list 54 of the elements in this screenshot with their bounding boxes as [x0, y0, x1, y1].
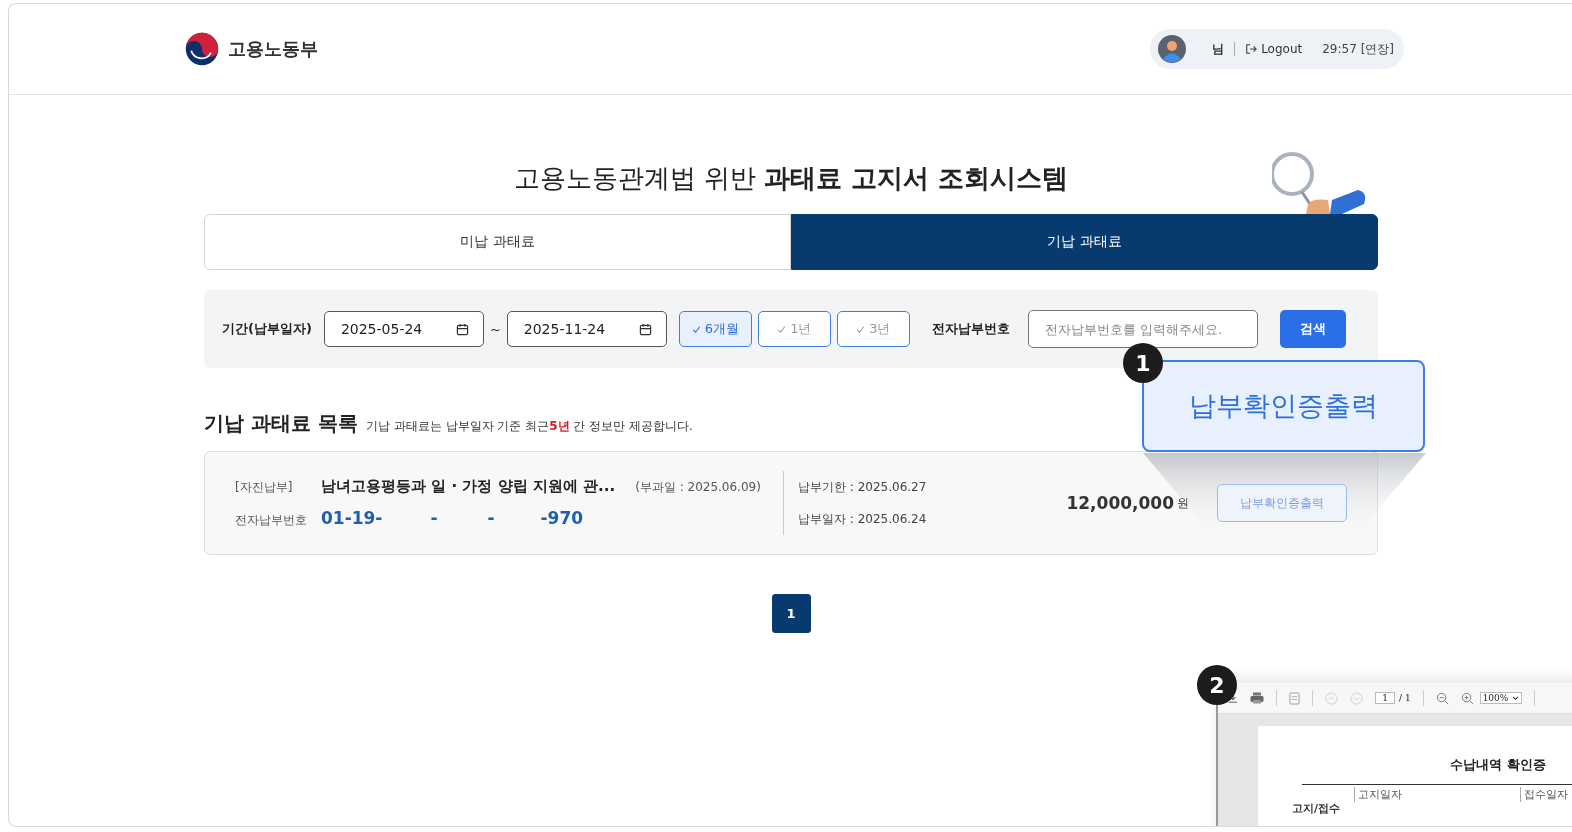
logout-link[interactable]: Logout	[1245, 42, 1303, 56]
payment-number: -	[430, 508, 438, 528]
payment-number-label: 전자납부번호	[931, 320, 1010, 338]
zoom-in-icon	[1460, 691, 1474, 705]
levy-date: (부과일 : 2025.06.09)	[635, 479, 761, 496]
document-title: 수납내역 확인증	[1450, 756, 1546, 774]
logo-text: 고용노동부	[228, 37, 318, 61]
list-title: 기납 과태료 목록	[204, 410, 358, 437]
zoomed-button-label: 납부확인증출력	[1189, 389, 1378, 423]
period-button[interactable]: 6개월	[678, 311, 752, 347]
up-icon	[1325, 691, 1338, 705]
caret-icon	[1512, 695, 1520, 701]
due-date: 납부기한 : 2025.06.27	[798, 478, 927, 496]
list-note: 기납 과태료는 납부일자 기준 최근5년 간 정보만 제공합니다.	[365, 418, 693, 435]
avatar-icon	[1158, 35, 1187, 63]
user-name: 님	[1212, 40, 1225, 58]
payment-number-field[interactable]: 전자납부번호를 입력해주세요.	[1027, 310, 1258, 348]
logout-icon	[1245, 43, 1258, 55]
fine-title: 남녀고용평등과 일 · 가정 양립 지원에 관...	[321, 477, 616, 496]
page-number-field[interactable]: 1	[1375, 692, 1395, 704]
calendar-icon	[638, 322, 652, 336]
payment-number: -970	[540, 508, 584, 528]
range-separator: ~	[489, 321, 501, 337]
page-button[interactable]: 1	[771, 594, 811, 633]
check-icon	[856, 324, 866, 334]
emblem-icon	[184, 31, 220, 67]
print-icon	[1250, 692, 1264, 704]
payment-number: 01-19-	[321, 508, 383, 528]
check-icon	[691, 324, 701, 334]
period-label: 기간(납부일자)	[222, 320, 312, 338]
payment-type: [자진납부]	[235, 479, 294, 496]
page-total: / 1	[1399, 693, 1411, 703]
payment-number: -	[487, 508, 495, 528]
down-icon	[1350, 691, 1363, 705]
fine-amount: 12,000,000	[1066, 493, 1174, 513]
zoom-out-icon	[1435, 691, 1449, 705]
tab[interactable]: 기납 과태료	[791, 214, 1378, 270]
paid-date: 납부일자 : 2025.06.24	[798, 510, 927, 528]
document-icon	[1289, 691, 1300, 705]
end-date-field[interactable]: 2025-11-24	[506, 311, 667, 347]
tab[interactable]: 미납 과태료	[204, 214, 791, 270]
start-date-field[interactable]: 2025-05-24	[323, 311, 484, 347]
payment-number-label: 전자납부번호	[235, 512, 308, 529]
step-badge: 2	[1197, 665, 1237, 705]
session-timer[interactable]: 29:57 [연장]	[1322, 40, 1394, 58]
currency-unit: 원	[1177, 494, 1189, 512]
table-cell: 고지/접수	[1292, 801, 1341, 816]
zoom-select[interactable]: 100%	[1479, 692, 1523, 704]
check-icon	[777, 324, 787, 334]
search-button[interactable]: 검색	[1279, 310, 1346, 348]
table-cell: 고지일자	[1354, 787, 1402, 802]
page-title: 고용노동관계법 위반 과태료 고지서 조회시스템	[513, 162, 1069, 195]
calendar-icon	[455, 322, 469, 336]
table-cell: 접수일자	[1520, 787, 1568, 802]
